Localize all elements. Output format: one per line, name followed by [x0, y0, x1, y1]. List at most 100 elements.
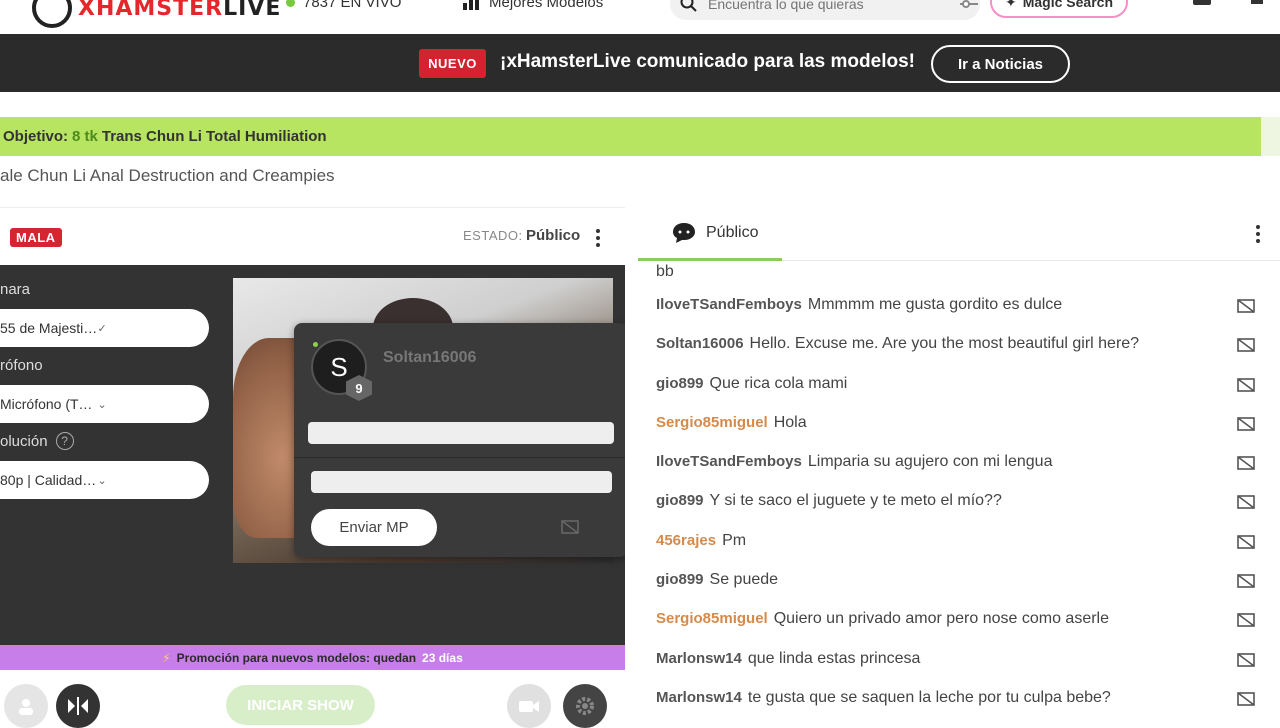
goal-prefix: Objetivo:: [3, 128, 69, 145]
broadcast-header: MALA ESTADO: Público: [0, 207, 625, 265]
tag-badge: MALA: [10, 228, 62, 247]
chat-username[interactable]: IloveTSandFemboys: [656, 453, 802, 470]
chat-text: Que rica cola mami: [709, 375, 848, 392]
chat-username[interactable]: IloveTSandFemboys: [656, 296, 802, 313]
user-popup: S 9 Soltan16006 Enviar MP: [294, 323, 628, 557]
go-to-news-button[interactable]: Ir a Noticias: [931, 45, 1070, 83]
chat-text: te gusta que se saquen la leche por tu c…: [747, 689, 1111, 706]
chat-username[interactable]: Sergio85miguel: [656, 414, 768, 431]
broadcast-controls: INICIAR SHOW: [0, 670, 625, 728]
chat-menu-icon[interactable]: [1256, 225, 1260, 246]
popup-username: Soltan16006: [383, 349, 477, 366]
chat-username[interactable]: 456rajes: [656, 532, 716, 549]
chat-text: Hello. Excuse me. Are you the most beaut…: [749, 335, 1140, 352]
start-show-button[interactable]: INICIAR SHOW: [226, 685, 375, 725]
chat-username[interactable]: Sergio85miguel: [656, 610, 768, 627]
camera-toggle-icon[interactable]: [507, 684, 551, 728]
chat-message: gio899 Que rica cola mami: [656, 375, 1256, 393]
help-icon[interactable]: ?: [55, 432, 74, 450]
tab-public-chat[interactable]: Público: [638, 207, 782, 261]
chat-message: IloveTSandFemboys Mmmmm me gusta gordito …: [656, 296, 1256, 314]
top-navigation: XHAMSTERLIVE 7837 EN VIVO Mejores Modelo…: [0, 0, 1280, 34]
live-count[interactable]: 7837 EN VIVO: [286, 0, 401, 11]
chat-message: Marlonsw14 te gusta que se saquen la lech…: [656, 689, 1256, 707]
chevron-down-icon: ⌄: [97, 398, 107, 411]
user-toggle-icon[interactable]: [4, 684, 48, 728]
report-flag-icon[interactable]: [1236, 612, 1256, 628]
chat-message: Marlonsw14 que linda estas princesa: [656, 650, 1256, 668]
report-flag-icon[interactable]: [1236, 691, 1256, 707]
promotion-banner: ⚡ Promoción para nuevos modelos: quedan …: [0, 645, 625, 670]
chat-username[interactable]: gio899: [656, 492, 704, 509]
news-banner: NUEVO ¡xHamsterLive comunicado para las …: [0, 34, 1280, 92]
filter-sliders-icon[interactable]: [958, 0, 980, 11]
chat-text: Limparia su agujero con mi lengua: [807, 453, 1053, 470]
resolution-label: olución ?: [0, 432, 74, 450]
microphone-select[interactable]: Micrófono (TONOR TC310...⌄: [0, 385, 209, 423]
search-bar[interactable]: [670, 0, 980, 20]
settings-gear-icon[interactable]: [563, 684, 607, 728]
report-flag-icon[interactable]: [560, 519, 580, 535]
chat-message: 456rajes Pm: [656, 532, 1256, 550]
report-flag-icon[interactable]: [1236, 494, 1256, 510]
report-flag-icon[interactable]: [1236, 377, 1256, 393]
chat-partial-message: bb: [656, 263, 674, 280]
goal-track-remaining: [1261, 117, 1280, 156]
chevron-down-icon: ⌄: [97, 474, 107, 487]
goal-tokens: 8 tk: [72, 128, 98, 145]
chevron-down-icon: ✓: [97, 322, 107, 335]
magic-search-button[interactable]: ✦ Magic Search: [990, 0, 1128, 18]
ranking-bars-icon: [463, 0, 479, 10]
chat-text: Se puede: [709, 571, 779, 588]
chat-text: que linda estas princesa: [747, 650, 921, 667]
chat-username[interactable]: gio899: [656, 571, 704, 588]
chat-message: IloveTSandFemboys Limparia su agujero con…: [656, 453, 1256, 471]
chat-text: Pm: [722, 532, 747, 549]
camera-label: nara: [0, 281, 31, 298]
broadcast-menu-icon[interactable]: [596, 229, 600, 250]
report-flag-icon[interactable]: [1236, 455, 1256, 471]
chat-username[interactable]: Marlonsw14: [656, 650, 742, 667]
report-flag-icon[interactable]: [1236, 416, 1256, 432]
chat-username[interactable]: Marlonsw14: [656, 689, 742, 706]
top-models-link[interactable]: Mejores Modelos: [463, 0, 603, 11]
search-icon: [680, 0, 697, 12]
report-flag-icon[interactable]: [1236, 337, 1256, 353]
live-dot-icon: [286, 0, 295, 7]
site-logo[interactable]: XHAMSTERLIVE: [32, 0, 281, 28]
search-input[interactable]: [708, 0, 948, 12]
chat-message: gio899 Se puede: [656, 571, 1256, 589]
messages-icon[interactable]: [1192, 0, 1212, 10]
lightning-icon: ⚡: [162, 650, 171, 665]
news-headline: ¡xHamsterLive comunicado para las modelo…: [500, 51, 915, 72]
report-flag-icon[interactable]: [1236, 573, 1256, 589]
chat-message-list[interactable]: bb IloveTSandFemboys Mmmmm me gusta gordi…: [638, 261, 1280, 720]
camera-select[interactable]: 55 de Majestic (Window...✓: [0, 309, 209, 347]
report-flag-icon[interactable]: [1236, 298, 1256, 314]
private-message-input[interactable]: [311, 471, 612, 493]
chat-bubble-icon: [673, 222, 695, 243]
goal-progress-bar: Objetivo: 8 tk Trans Chun Li Total Humil…: [0, 117, 1261, 156]
chat-username[interactable]: Soltan16006: [656, 335, 744, 352]
chat-message: Soltan16006 Hello. Excuse me. Are you the…: [656, 335, 1256, 353]
report-flag-icon[interactable]: [1236, 652, 1256, 668]
online-status-dot: [313, 342, 318, 347]
send-private-message-button[interactable]: Enviar MP: [311, 509, 437, 546]
status-label: ESTADO:: [463, 228, 523, 243]
popup-info-field[interactable]: [308, 422, 614, 444]
chat-text: Quiero un privado amor pero nose como as…: [773, 610, 1109, 627]
mirror-toggle-icon[interactable]: [56, 684, 100, 728]
chat-message: gio899 Y si te saco el juguete y te meto …: [656, 492, 1256, 510]
show-subject: ale Chun Li Anal Destruction and Creampi…: [0, 166, 335, 185]
chat-text: Y si te saco el juguete y te meto el mío…: [709, 492, 1002, 509]
chat-text: Hola: [773, 414, 807, 431]
report-flag-icon[interactable]: [1236, 534, 1256, 550]
microphone-label: rófono: [0, 357, 43, 374]
hamster-logo-icon: [32, 0, 72, 28]
status-value[interactable]: Público: [526, 227, 580, 244]
chat-username[interactable]: gio899: [656, 375, 704, 392]
sparkle-icon: ✦: [1005, 0, 1017, 10]
notifications-bell-icon[interactable]: [1247, 0, 1267, 10]
chat-message: Sergio85miguel Quiero un privado amor per…: [656, 610, 1256, 628]
resolution-select[interactable]: 80p | Calidad media 4:3⌄: [0, 461, 209, 499]
